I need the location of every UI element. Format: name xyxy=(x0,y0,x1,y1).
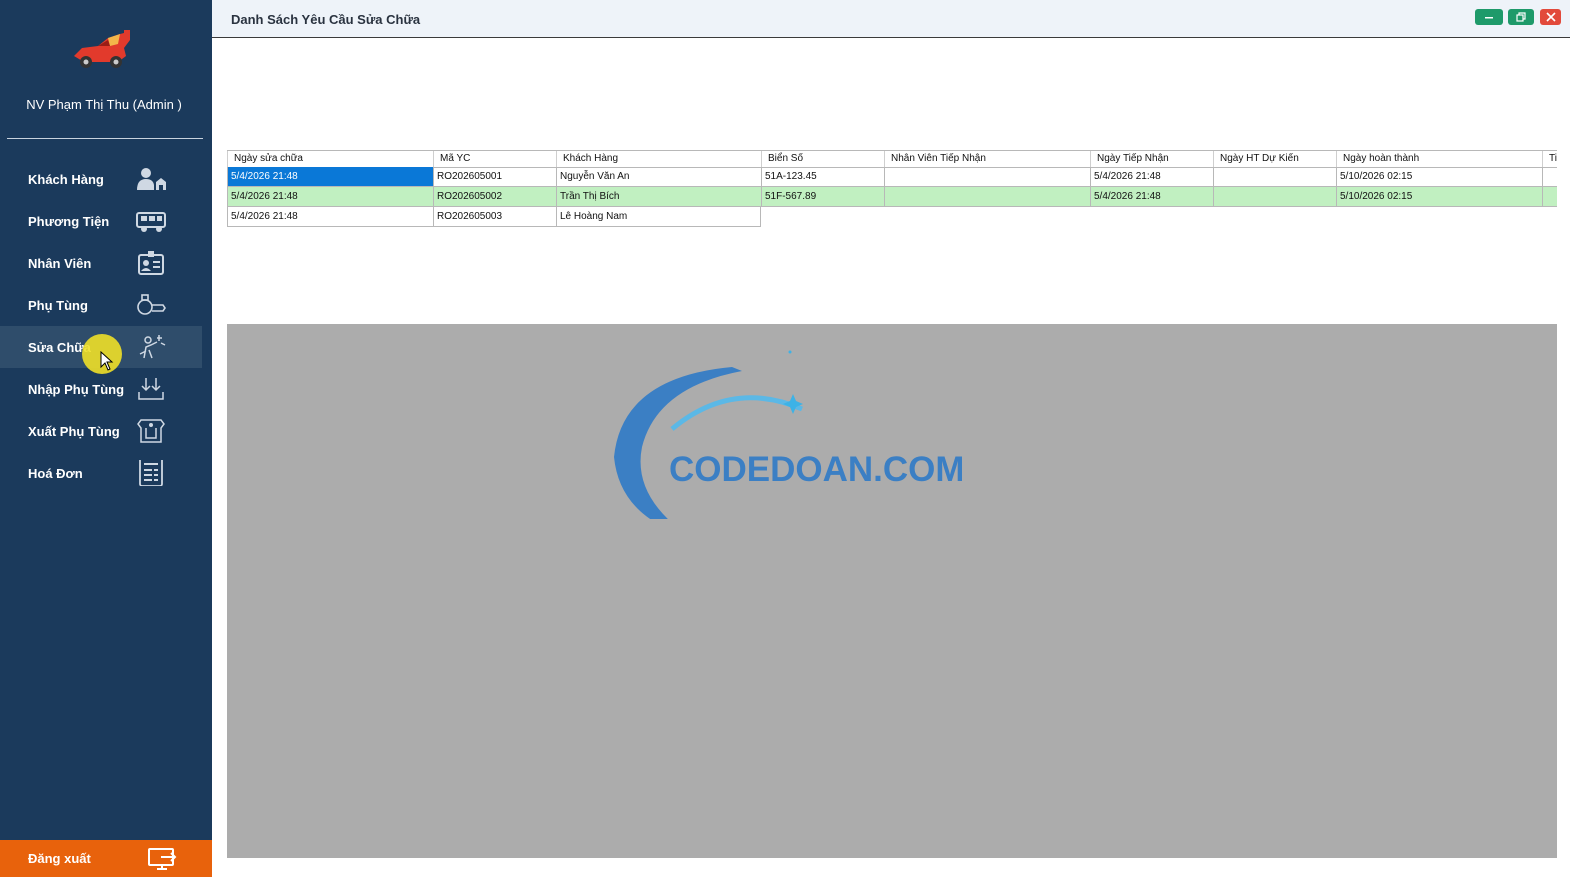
table-cell[interactable] xyxy=(1542,167,1557,187)
table-cell[interactable]: RO202605002 xyxy=(433,187,556,207)
table-cell[interactable]: RO202605001 xyxy=(433,167,556,187)
invoice-icon xyxy=(135,457,167,487)
minimize-button[interactable] xyxy=(1475,9,1503,25)
column-header[interactable]: Ngày Tiếp Nhận xyxy=(1090,151,1213,167)
sidebar-item-hoa-don[interactable]: Hoá Đơn xyxy=(0,452,202,494)
table-cell[interactable]: 5/4/2026 21:48 xyxy=(227,187,433,207)
table-cell[interactable] xyxy=(884,187,1090,207)
codedoan-watermark-logo: CODEDOAN.COM xyxy=(612,349,965,537)
detail-panel: CODEDOAN.COM xyxy=(227,324,1557,858)
column-header[interactable]: Ngày hoàn thành xyxy=(1336,151,1542,167)
column-header[interactable]: Ngày HT Dự Kiến xyxy=(1213,151,1336,167)
table-cell[interactable] xyxy=(1213,187,1336,207)
table-cell[interactable]: 5/4/2026 21:48 xyxy=(227,207,433,227)
vehicle-icon xyxy=(135,208,167,234)
sidebar-item-label: Phụ Tùng xyxy=(28,297,88,313)
table-cell[interactable] xyxy=(884,167,1090,187)
table-cell[interactable] xyxy=(1542,187,1557,207)
sidebar-item-label: Hoá Đơn xyxy=(28,465,83,481)
table-cell[interactable]: Trần Thị Bích xyxy=(556,187,761,207)
import-icon xyxy=(135,376,167,402)
sidebar-item-phu-tung[interactable]: Phụ Tùng xyxy=(0,284,202,326)
sidebar-item-nhap-phu-tung[interactable]: Nhập Phụ Tùng xyxy=(0,368,202,410)
table-cell[interactable]: 51A-123.45 xyxy=(761,167,884,187)
sidebar: NV Phạm Thị Thu (Admin ) Khách Hàng Phươ… xyxy=(0,0,212,877)
title-bar: Danh Sách Yêu Cầu Sửa Chữa xyxy=(212,0,1570,38)
column-header[interactable]: Ngày sửa chữa xyxy=(227,151,433,167)
column-header[interactable]: Khách Hàng xyxy=(556,151,761,167)
table-row[interactable]: 5/4/2026 21:48 RO202605003 Lê Hoàng Nam xyxy=(227,207,761,227)
user-name: NV Phạm Thị Thu (Admin ) xyxy=(26,97,182,112)
sidebar-item-label: Khách Hàng xyxy=(28,171,104,187)
repair-request-grid[interactable]: Ngày sửa chữa Mã YC Khách Hàng Biển Số N… xyxy=(227,150,1557,227)
watermark-text: CODEDOAN.COM xyxy=(669,450,962,489)
restore-button[interactable] xyxy=(1508,9,1534,25)
close-button[interactable] xyxy=(1540,9,1561,25)
export-icon xyxy=(135,418,167,444)
sidebar-item-label: Nhập Phụ Tùng xyxy=(28,381,125,397)
column-header[interactable]: Biển Số xyxy=(761,151,884,167)
table-cell[interactable]: Lê Hoàng Nam xyxy=(556,207,761,227)
sidebar-item-label: Xuất Phụ Tùng xyxy=(28,423,120,439)
table-cell[interactable] xyxy=(1213,167,1336,187)
customer-icon xyxy=(135,166,167,192)
sidebar-item-nhan-vien[interactable]: Nhân Viên xyxy=(0,242,202,284)
logout-label: Đăng xuất xyxy=(28,851,91,866)
mouse-pointer-icon xyxy=(100,350,114,371)
sidebar-item-xuat-phu-tung[interactable]: Xuất Phụ Tùng xyxy=(0,410,202,452)
table-cell[interactable]: 5/4/2026 21:48 xyxy=(1090,187,1213,207)
close-icon xyxy=(1545,12,1556,22)
sidebar-item-label: Phương Tiện xyxy=(28,213,110,229)
grid-header: Ngày sửa chữa Mã YC Khách Hàng Biển Số N… xyxy=(227,150,1557,168)
logout-button[interactable]: Đăng xuất xyxy=(0,840,212,877)
restore-icon xyxy=(1516,12,1526,22)
table-cell[interactable]: RO202605003 xyxy=(433,207,556,227)
sidebar-item-label: Nhân Viên xyxy=(28,255,92,271)
sidebar-item-khach-hang[interactable]: Khách Hàng xyxy=(0,158,202,200)
column-header[interactable]: Ti xyxy=(1542,151,1557,167)
table-row[interactable]: 5/4/2026 21:48 RO202605002 Trần Thị Bích… xyxy=(227,187,1557,207)
table-cell[interactable]: 5/4/2026 21:48 xyxy=(227,167,433,187)
table-cell[interactable]: 51F-567.89 xyxy=(761,187,884,207)
mechanic-icon xyxy=(135,334,167,360)
sidebar-divider xyxy=(7,138,203,139)
race-car-logo xyxy=(68,26,134,72)
employee-id-icon xyxy=(135,250,167,276)
window-title: Danh Sách Yêu Cầu Sửa Chữa xyxy=(231,12,421,27)
sidebar-item-phuong-tien[interactable]: Phương Tiện xyxy=(0,200,202,242)
column-header[interactable]: Mã YC xyxy=(433,151,556,167)
logout-monitor-icon xyxy=(147,847,177,871)
sidebar-menu: Khách Hàng Phương Tiện Nhân Viên Phụ Tùn… xyxy=(0,158,212,494)
table-cell[interactable]: Nguyễn Văn An xyxy=(556,167,761,187)
minimize-icon xyxy=(1485,17,1493,19)
table-cell[interactable]: 5/10/2026 02:15 xyxy=(1336,167,1542,187)
spare-part-icon xyxy=(135,292,167,318)
column-header[interactable]: Nhân Viên Tiếp Nhận xyxy=(884,151,1090,167)
table-cell[interactable]: 5/4/2026 21:48 xyxy=(1090,167,1213,187)
table-row[interactable]: 5/4/2026 21:48 RO202605001 Nguyễn Văn An… xyxy=(227,167,1557,187)
table-cell[interactable]: 5/10/2026 02:15 xyxy=(1336,187,1542,207)
